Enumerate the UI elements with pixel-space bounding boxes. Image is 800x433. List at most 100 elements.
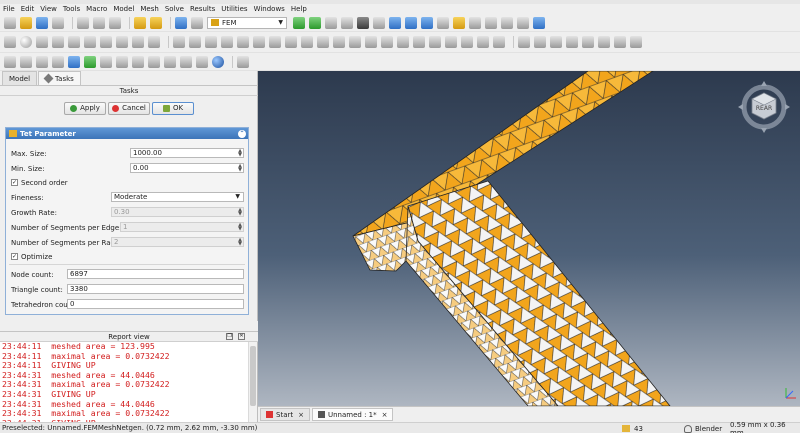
constraint-selfweight-icon[interactable] — [349, 36, 361, 48]
tab-model[interactable]: Model — [2, 71, 38, 85]
solver-control-icon[interactable] — [68, 55, 80, 68]
material-fluid-icon[interactable] — [36, 36, 48, 48]
menu-model[interactable]: Model — [113, 4, 134, 14]
min-size-field[interactable]: 0.00 ▲ ▼ — [130, 163, 244, 173]
tab-tasks[interactable]: Tasks — [38, 71, 81, 85]
material-solid-icon[interactable] — [20, 36, 32, 48]
cancel-button[interactable]: Cancel — [108, 101, 150, 115]
bounding-box-icon[interactable] — [341, 16, 353, 29]
new-document-icon[interactable] — [4, 16, 16, 29]
menu-solve[interactable]: Solve — [165, 4, 184, 14]
constraint-heatflux-icon[interactable] — [381, 36, 393, 48]
menu-windows[interactable]: Windows — [254, 4, 285, 14]
paste-icon[interactable] — [109, 16, 121, 29]
braces-icon[interactable] — [517, 16, 529, 29]
refresh-icon[interactable] — [175, 16, 187, 29]
post-filter-clip-icon[interactable] — [148, 55, 160, 68]
report-log[interactable]: 23:44:11 meshed area = 123.995 23:44:11 m… — [2, 342, 247, 423]
constraint-flow-icon[interactable] — [429, 36, 441, 48]
constraint-displacement-icon[interactable] — [189, 36, 201, 48]
solver-z88-icon[interactable] — [36, 55, 48, 68]
constraint-tie-icon[interactable] — [221, 36, 233, 48]
collapse-icon[interactable]: ⌃ — [238, 129, 246, 138]
link-icon[interactable] — [501, 16, 513, 29]
menu-results[interactable]: Results — [190, 4, 215, 14]
3d-viewport[interactable]: REAR — [258, 71, 800, 406]
constraint-contact-icon[interactable] — [205, 36, 217, 48]
mesh-group-icon[interactable] — [582, 36, 594, 48]
node-count-field[interactable]: 6897 — [67, 269, 244, 279]
max-size-field[interactable]: 1000.00 ▲ ▼ — [130, 148, 244, 158]
element-rotation-icon[interactable] — [116, 36, 128, 48]
navigation-cube[interactable]: REAR — [736, 79, 792, 135]
report-scrollbar[interactable] — [248, 342, 257, 423]
menu-view[interactable]: View — [40, 4, 57, 14]
whats-this-cursor-icon[interactable] — [191, 16, 203, 29]
redo-icon[interactable] — [150, 16, 162, 29]
post-filter-scalar-icon[interactable] — [180, 55, 192, 68]
fem-mesh-model[interactable] — [258, 71, 800, 406]
element-geometry-2d-icon[interactable] — [132, 36, 144, 48]
tetrahedron-count-field[interactable]: 0 — [67, 299, 244, 309]
fem-analysis-icon[interactable] — [4, 36, 16, 48]
navigation-style-area[interactable]: Blender — [684, 423, 722, 433]
constraint-planerotation-icon[interactable] — [269, 36, 281, 48]
triangle-count-field[interactable]: 3380 — [67, 284, 244, 294]
apply-button[interactable]: Apply — [64, 101, 106, 115]
clipping-plane-icon[interactable] — [237, 55, 249, 68]
mesh-gmsh-icon[interactable] — [534, 36, 546, 48]
tab-unnamed[interactable]: Unnamed : 1* × — [311, 408, 394, 421]
undo-icon[interactable] — [134, 16, 146, 29]
tet-parameter-header[interactable]: Tet Parameter ⌃ — [6, 128, 248, 139]
mesh-region-icon[interactable] — [566, 36, 578, 48]
constraint-spring-icon[interactable] — [237, 36, 249, 48]
menu-tools[interactable]: Tools — [63, 4, 80, 14]
constraint-transform-icon[interactable] — [285, 36, 297, 48]
post-scalar-clip-icon[interactable] — [212, 55, 224, 68]
constraint-fixed-icon[interactable] — [173, 36, 185, 48]
material-nonlinear-icon[interactable] — [52, 36, 64, 48]
tab-start[interactable]: Start × — [260, 408, 310, 421]
constraint-centrif-icon[interactable] — [333, 36, 345, 48]
post-filter-cut-icon[interactable] — [164, 55, 176, 68]
constraint-sectionprint-icon[interactable] — [253, 36, 265, 48]
constraint-gear-icon[interactable] — [477, 36, 489, 48]
segments-per-radius-field[interactable]: 2 ▲ ▼ — [111, 237, 244, 247]
optimize-checkbox[interactable]: ✓ — [11, 253, 18, 260]
menu-macro[interactable]: Macro — [86, 4, 107, 14]
solver-ccx-icon[interactable] — [4, 55, 16, 68]
menu-help[interactable]: Help — [291, 4, 307, 14]
constraint-pressure-icon[interactable] — [317, 36, 329, 48]
growth-rate-field[interactable]: 0.30 ▲ ▼ — [111, 207, 244, 217]
constraint-initial-temp-icon[interactable] — [413, 36, 425, 48]
spin-arrows-icon[interactable]: ▲ ▼ — [238, 149, 242, 158]
save-icon[interactable] — [36, 16, 48, 29]
fineness-select[interactable]: Moderate ▼ — [111, 192, 244, 202]
mesh-boundary-layer-icon[interactable] — [550, 36, 562, 48]
top-view-icon[interactable] — [405, 16, 417, 29]
mesh-display-info-icon[interactable] — [598, 36, 610, 48]
close-icon[interactable]: ✕ — [238, 333, 245, 340]
solver-run-icon[interactable] — [84, 55, 96, 68]
post-pipeline-icon[interactable] — [132, 55, 144, 68]
constraint-pulley-icon[interactable] — [493, 36, 505, 48]
mesh-from-shape-icon[interactable] — [630, 36, 642, 48]
scrollbar-thumb[interactable] — [250, 346, 256, 406]
print-icon[interactable] — [52, 16, 64, 29]
menu-mesh[interactable]: Mesh — [140, 4, 158, 14]
mesh-clear-icon[interactable] — [614, 36, 626, 48]
second-order-checkbox[interactable]: ✓ — [11, 179, 18, 186]
stereo-icon[interactable] — [357, 16, 369, 29]
menu-edit[interactable]: Edit — [21, 4, 35, 14]
solver-elmer-icon[interactable] — [20, 55, 32, 68]
mesh-netgen-icon[interactable] — [518, 36, 530, 48]
fit-selection-icon[interactable] — [309, 16, 321, 29]
cut-icon[interactable] — [77, 16, 89, 29]
material-reinforced-icon[interactable] — [68, 36, 80, 48]
ok-button[interactable]: OK — [152, 101, 194, 115]
fit-all-icon[interactable] — [293, 16, 305, 29]
isometric-view-icon[interactable] — [373, 16, 385, 29]
spin-arrows-icon[interactable]: ▲ ▼ — [238, 164, 242, 173]
results-purge-icon[interactable] — [100, 55, 112, 68]
group-icon[interactable] — [485, 16, 497, 29]
